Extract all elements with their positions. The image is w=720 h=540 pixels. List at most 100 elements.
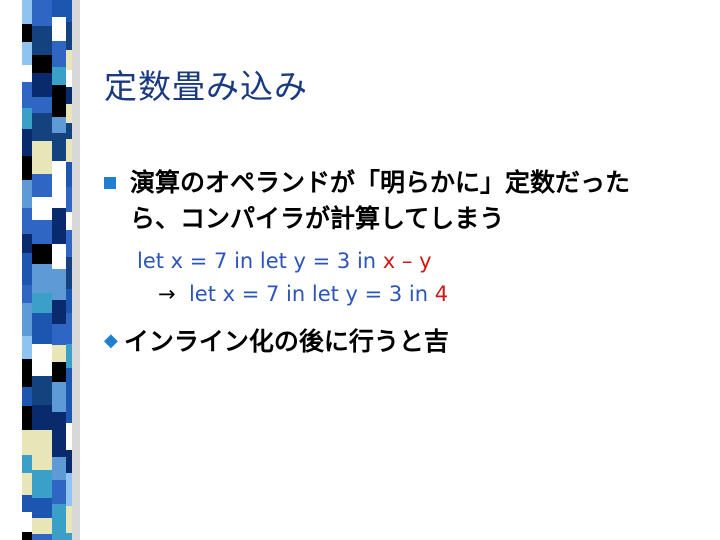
stripe-segment (32, 498, 52, 518)
square-bullet-icon (104, 177, 116, 189)
stripe-segment (52, 17, 66, 41)
stripe-segment (22, 336, 32, 359)
stripe-segment (66, 230, 72, 257)
stripe-segment (32, 313, 52, 344)
stripe-segment (52, 41, 66, 67)
stripe-segment (52, 480, 66, 504)
stripe-segment (66, 162, 72, 187)
stripe-segment (32, 264, 52, 293)
stripe-segment (32, 141, 52, 174)
stripe-segment (22, 532, 32, 540)
stripe-segment (32, 174, 52, 197)
stripe-segment (66, 123, 72, 139)
stripe-segment (22, 208, 32, 234)
stripe-segment (32, 0, 52, 26)
stripe-segment (32, 197, 52, 220)
stripe-segment (22, 406, 32, 430)
stripe-segment (66, 473, 72, 506)
stripe-segment (32, 293, 52, 313)
stripe-segment (22, 108, 32, 129)
stripe-segment (22, 495, 32, 512)
stripe-segment (52, 430, 66, 457)
bullet-item-inline: ◆ インライン化の後に行うと吉 (104, 324, 449, 360)
stripe-segment (22, 285, 32, 303)
stripe-segment (52, 67, 66, 85)
stripe-segment (66, 450, 72, 473)
stripe-shadow (72, 0, 80, 540)
stripe-pattern (22, 0, 80, 540)
stripe-segment (66, 423, 72, 450)
stripe-segment (52, 457, 66, 480)
stripe-segment (22, 82, 32, 108)
stripe-segment (66, 289, 72, 313)
stripe-segment (66, 0, 72, 22)
stripe-segment (66, 533, 72, 540)
stripe-segment (32, 376, 52, 405)
stripe-segment (52, 244, 66, 269)
stripe-segment (22, 512, 32, 532)
stripe-segment (22, 473, 32, 495)
stripe-segment (22, 455, 32, 473)
stripe-segment (32, 73, 52, 97)
stripe-segment (66, 187, 72, 212)
stripe-segment (66, 104, 72, 123)
stripe-segment (52, 188, 66, 208)
stripe-segment (32, 26, 52, 55)
stripe-segment (52, 208, 66, 227)
stripe-segment (66, 398, 72, 423)
stripe-segment (52, 85, 66, 117)
stripe-segment (52, 520, 66, 540)
stripe-segment (66, 344, 72, 368)
stripe-segment (52, 345, 66, 362)
stripe-segment (22, 387, 32, 406)
decorative-stripe-bar (0, 0, 80, 540)
stripe-segment (66, 70, 72, 87)
stripe-segment (52, 504, 66, 520)
stripe-segment (52, 412, 66, 430)
stripe-segment (22, 430, 32, 455)
code-var-x: x (382, 249, 396, 273)
stripe-segment (22, 42, 32, 65)
stripe-segment (22, 65, 32, 82)
stripe-segment (66, 313, 72, 344)
stripe-segment (32, 518, 52, 534)
code-prefix: let x = 7 in let y = 3 in (137, 249, 383, 273)
code-result: 4 (434, 282, 449, 306)
stripe-segment (22, 359, 32, 387)
stripe-segment (32, 97, 52, 113)
diamond-bullet-icon: ◆ (104, 330, 118, 351)
slide-title: 定数畳み込み (104, 67, 308, 106)
stripe-segment (32, 451, 52, 470)
stripe-segment (52, 0, 66, 17)
stripe-segment (66, 506, 72, 533)
bullet-item-constant-folding: 演算のオペランドが「明らかに」定数だった ら、コンパイラが計算してしまう (104, 165, 704, 237)
stripe-segment (22, 234, 32, 253)
bullet-text-line-2: ら、コンパイラが計算してしまう (130, 204, 505, 233)
stripe-segment (32, 55, 52, 73)
bullet-text-line-1: 演算のオペランドが「明らかに」定数だった (130, 168, 631, 197)
code-minus: – (395, 249, 420, 273)
stripe-segment (22, 0, 32, 24)
stripe-segment (52, 324, 66, 345)
stripe-segment (32, 244, 52, 264)
stripe-segment (52, 382, 66, 412)
stripe-segment (52, 133, 66, 161)
stripe-segment (52, 269, 66, 300)
stripe-segment (32, 344, 52, 376)
stripe-segment (52, 161, 66, 188)
stripe-segment (66, 22, 72, 50)
stripe-segment (22, 180, 32, 208)
stripe-segment (52, 117, 66, 133)
code-example-before: let x = 7 in let y = 3 in x – y (137, 249, 432, 273)
stripe-segment (32, 534, 52, 540)
stripe-segment (52, 300, 66, 324)
stripe-segment (66, 139, 72, 162)
stripe-segment (22, 129, 32, 156)
right-arrow-icon: → (158, 282, 176, 306)
stripe-segment (52, 362, 66, 382)
code-example-after: → let x = 7 in let y = 3 in 4 (158, 282, 448, 306)
stripe-segment (22, 303, 32, 336)
bullet-text: インライン化の後に行うと吉 (123, 327, 449, 356)
stripe-segment (52, 227, 66, 244)
stripe-segment (66, 257, 72, 289)
